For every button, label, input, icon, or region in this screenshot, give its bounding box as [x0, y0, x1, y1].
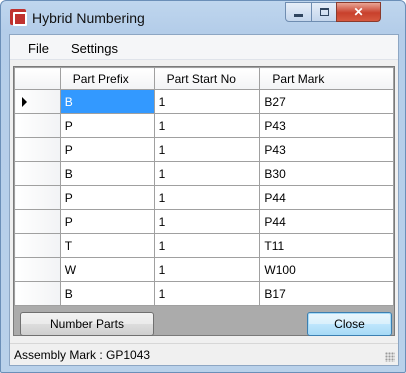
cell-part-start-no[interactable]: 1	[153, 281, 261, 306]
row-header[interactable]	[14, 137, 61, 162]
row-header[interactable]	[14, 161, 61, 186]
cell-part-start-no[interactable]: 1	[153, 89, 261, 114]
table-row[interactable]: P 1 P44	[14, 185, 394, 210]
cell-part-prefix[interactable]: P	[59, 113, 155, 138]
status-bar: Assembly Mark : GP1043	[10, 343, 398, 365]
row-header[interactable]	[14, 281, 61, 306]
cell-part-mark[interactable]: T11	[259, 233, 394, 258]
cell-part-prefix[interactable]: T	[59, 233, 155, 258]
cell-part-start-no[interactable]: 1	[153, 233, 261, 258]
row-header[interactable]	[14, 233, 61, 258]
maximize-icon	[319, 8, 329, 16]
cell-part-prefix[interactable]: P	[59, 137, 155, 162]
cell-part-mark[interactable]: B27	[259, 89, 394, 114]
title-bar[interactable]: Hybrid Numbering ✕	[1, 1, 405, 34]
row-header[interactable]	[14, 257, 61, 282]
row-header[interactable]	[14, 185, 61, 210]
cell-part-start-no[interactable]: 1	[153, 185, 261, 210]
close-button[interactable]: Close	[307, 312, 392, 336]
column-header-part-mark[interactable]: Part Mark	[259, 67, 394, 90]
cell-part-mark[interactable]: P43	[259, 113, 394, 138]
row-header[interactable]	[14, 89, 61, 114]
cell-part-prefix[interactable]: B	[59, 281, 155, 306]
cell-part-start-no[interactable]: 1	[153, 137, 261, 162]
cell-part-mark[interactable]: B17	[259, 281, 394, 306]
main-window: Hybrid Numbering ✕ File Settings Part Pr…	[0, 0, 406, 373]
table-row[interactable]: P 1 P44	[14, 209, 394, 234]
column-header-part-prefix[interactable]: Part Prefix	[59, 67, 155, 90]
table-row[interactable]: W 1 W100	[14, 257, 394, 282]
cell-part-start-no[interactable]: 1	[153, 113, 261, 138]
table-row[interactable]: P 1 P43	[14, 113, 394, 138]
resize-grip-icon[interactable]	[385, 352, 395, 362]
cell-part-prefix[interactable]: P	[59, 209, 155, 234]
cell-part-mark[interactable]: B30	[259, 161, 394, 186]
hybrid-numbering-app-icon[interactable]	[10, 9, 27, 26]
close-icon: ✕	[353, 5, 364, 19]
cell-part-start-no[interactable]: 1	[153, 209, 261, 234]
parts-grid[interactable]: Part Prefix Part Start No Part Mark B 1 …	[13, 66, 395, 336]
cell-part-prefix[interactable]: P	[59, 185, 155, 210]
table-row[interactable]: B 1 B17	[14, 281, 394, 306]
menu-settings[interactable]: Settings	[71, 41, 118, 56]
table-row[interactable]: T 1 T11	[14, 233, 394, 258]
row-header[interactable]	[14, 113, 61, 138]
menu-file[interactable]: File	[28, 41, 49, 56]
cell-part-start-no[interactable]: 1	[153, 257, 261, 282]
table-row[interactable]: B 1 B30	[14, 161, 394, 186]
parts-table: Part Prefix Part Start No Part Mark B 1 …	[14, 67, 394, 306]
number-parts-button[interactable]: Number Parts	[20, 312, 154, 336]
minimize-icon	[294, 13, 303, 17]
cell-part-prefix[interactable]: B	[59, 89, 155, 114]
assembly-mark-status: Assembly Mark : GP1043	[14, 348, 151, 362]
cell-part-prefix[interactable]: B	[59, 161, 155, 186]
client-area: File Settings Part Prefix Part Start No …	[9, 34, 399, 366]
minimize-button[interactable]	[285, 2, 312, 22]
table-row[interactable]: B 1 B27	[14, 89, 394, 114]
close-window-button[interactable]: ✕	[336, 2, 381, 22]
cell-part-mark[interactable]: P44	[259, 185, 394, 210]
menu-bar: File Settings	[10, 35, 398, 60]
cell-part-mark[interactable]: P43	[259, 137, 394, 162]
row-header[interactable]	[14, 209, 61, 234]
table-row[interactable]: P 1 P43	[14, 137, 394, 162]
cell-part-mark[interactable]: P44	[259, 209, 394, 234]
current-row-arrow-icon	[22, 97, 27, 107]
cell-part-mark[interactable]: W100	[259, 257, 394, 282]
column-header-part-start-no[interactable]: Part Start No	[153, 67, 261, 90]
grid-corner-header[interactable]	[14, 67, 61, 90]
cell-part-start-no[interactable]: 1	[153, 161, 261, 186]
grid-header-row: Part Prefix Part Start No Part Mark	[14, 67, 394, 90]
cell-part-prefix[interactable]: W	[59, 257, 155, 282]
maximize-button[interactable]	[311, 2, 337, 22]
window-title: Hybrid Numbering	[32, 10, 145, 26]
